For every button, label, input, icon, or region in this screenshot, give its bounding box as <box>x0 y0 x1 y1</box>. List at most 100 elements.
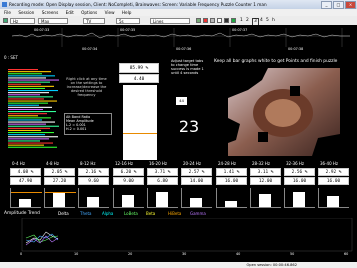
spectrogram-line <box>8 146 57 148</box>
band-value: 12.00 <box>250 177 281 185</box>
screen-2-button[interactable]: 2 <box>246 18 249 24</box>
spectrogram-line <box>8 121 55 123</box>
seconds-select[interactable]: 5s <box>116 17 140 24</box>
minimize-button[interactable]: _ <box>321 1 332 9</box>
menu-screens[interactable]: Screens <box>42 10 59 15</box>
status-bar: Open session: 00:00:46.862 <box>0 262 357 268</box>
record-icon[interactable] <box>3 18 8 23</box>
band-label: 36-40 Hz <box>320 161 339 166</box>
amplitude-legend-item: LoBeta <box>124 211 138 216</box>
grid-icon[interactable] <box>231 18 236 23</box>
mini-bar <box>87 197 99 207</box>
help-button[interactable]: h <box>272 18 275 24</box>
amplitude-trend-title: Amplitude Trend <box>4 211 40 216</box>
score-percent: 85.99 % <box>119 63 159 73</box>
pause-icon[interactable] <box>210 18 215 23</box>
mini-bar-graph <box>44 188 76 208</box>
window-title: Recording mode: Open Display session, Cl… <box>9 2 267 7</box>
mini-threshold-line[interactable] <box>45 192 76 193</box>
spectrogram-line <box>8 113 47 115</box>
eeg-time-1: 00:07:33 <box>34 28 50 32</box>
band-label: 8-12 Hz <box>80 161 96 166</box>
main-display: 00:07:33 00:07:34 00:07:35 00:07:36 00:0… <box>0 25 357 268</box>
display-mode-select[interactable]: Lines <box>150 17 190 24</box>
spectrogram-line <box>8 104 39 106</box>
band-label: 20-24 Hz <box>183 161 202 166</box>
amplitude-legend-item: Delta <box>58 211 69 216</box>
menu-file[interactable]: File <box>4 10 11 15</box>
seconds-select-value: 5s <box>119 18 124 24</box>
spectrogram-line <box>8 132 54 134</box>
band-value: 16.00 <box>318 177 349 185</box>
eeg-time-4: 00:07:36 <box>176 47 192 51</box>
spectrogram-line <box>8 83 41 85</box>
spectrogram-line <box>8 129 41 131</box>
mini-bar-graph <box>147 188 178 208</box>
band-label: 4-8 Hz <box>46 161 59 166</box>
mini-threshold-line[interactable] <box>11 192 42 193</box>
band-value: 27.20 <box>44 177 75 185</box>
band-percent: 3.71 % <box>147 168 178 176</box>
spectrogram-line <box>8 85 54 87</box>
menu-session[interactable]: Session <box>18 10 34 15</box>
spectrogram-line <box>8 111 56 113</box>
menu-view[interactable]: View <box>105 10 115 15</box>
amplitude-legend-item: Theta <box>80 211 92 216</box>
screen-5-button[interactable]: 5 <box>266 18 269 24</box>
band-percent: 4.08 % <box>10 168 41 176</box>
band-value: 16.00 <box>284 177 315 185</box>
band-percent: 2.56 % <box>284 168 315 176</box>
band-value: 14.00 <box>181 177 212 185</box>
max-select-value: Max <box>41 18 50 24</box>
spectrogram-line <box>8 79 59 81</box>
hz-select-value: Hz <box>13 18 19 24</box>
spectrogram-line <box>8 98 44 100</box>
tv-select[interactable]: TV <box>83 17 105 24</box>
spectrogram-line <box>8 96 53 98</box>
spectrogram-line <box>8 140 40 142</box>
band-value: 9.00 <box>113 177 144 185</box>
amplitude-legend-item: Gamma <box>190 211 206 216</box>
spectrogram-line <box>8 69 38 71</box>
channel-label: 0 : SET <box>4 55 18 60</box>
amplitude-trend-chart <box>21 218 353 252</box>
amplitude-legend-item: HiBeta <box>168 211 182 216</box>
menu-help[interactable]: Help <box>122 10 132 15</box>
band-label: 0-4 Hz <box>12 161 25 166</box>
screen-icon[interactable] <box>224 18 229 23</box>
band-percent: 3.11 % <box>250 168 281 176</box>
spectrogram <box>8 69 63 149</box>
trend-axis-tick: 60 <box>344 252 349 256</box>
band-label: 28-32 Hz <box>252 161 271 166</box>
play-icon[interactable] <box>196 18 201 23</box>
puzzle-image <box>228 68 340 156</box>
spectrogram-line <box>8 73 42 75</box>
band-label: 24-28 Hz <box>218 161 237 166</box>
stop-icon[interactable] <box>203 18 208 23</box>
max-select[interactable]: Max <box>38 17 68 24</box>
points-counter: 23 <box>178 117 200 136</box>
spectrogram-line <box>8 92 49 94</box>
band-percent: 6.20 % <box>113 168 144 176</box>
eeg-time-3: 00:07:35 <box>120 28 136 32</box>
mini-bar-graph <box>250 188 281 208</box>
menu-bar: File Session Screens Edit Options View H… <box>0 9 357 16</box>
close-button[interactable]: × <box>345 1 356 9</box>
mini-bar <box>327 196 339 207</box>
spectrogram-line <box>8 144 44 146</box>
screen-1-button[interactable]: 1 <box>240 18 243 24</box>
screen-4-button[interactable]: 4 <box>260 18 263 24</box>
trend-axis-tick: 50 <box>290 252 295 256</box>
view-icon[interactable] <box>217 18 222 23</box>
menu-edit[interactable]: Edit <box>66 10 74 15</box>
menu-options[interactable]: Options <box>81 10 97 15</box>
eeg-time-5: 00:07:37 <box>232 28 248 32</box>
amplitude-legend-item: Alpha <box>102 211 114 216</box>
spectrogram-line <box>8 138 49 140</box>
maximize-button[interactable]: □ <box>333 1 344 9</box>
hz-select[interactable]: Hz <box>10 17 35 24</box>
spectrogram-line <box>8 106 52 108</box>
session-status: Open session: 00:00:46.862 <box>246 263 297 267</box>
spectrogram-line <box>8 108 43 110</box>
threshold-line[interactable] <box>123 133 157 134</box>
